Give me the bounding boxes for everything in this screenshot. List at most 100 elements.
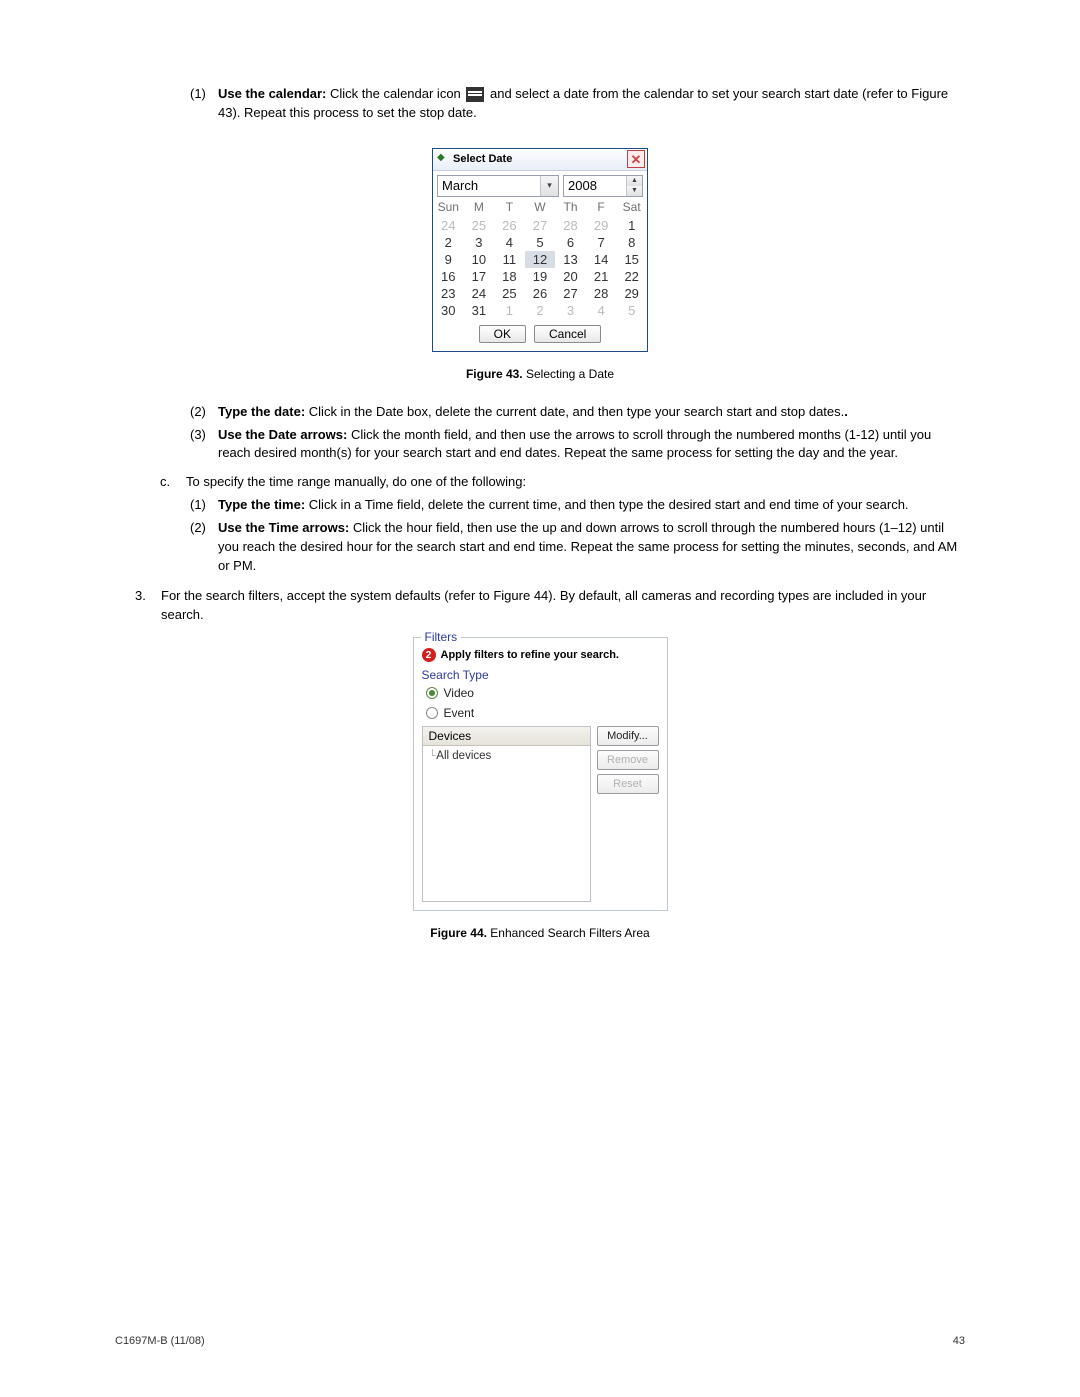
calendar-day-cell[interactable]: 15 <box>616 251 647 268</box>
close-button[interactable]: ✕ <box>627 150 645 168</box>
calendar-day-cell[interactable]: 4 <box>586 302 617 319</box>
step-number: (1) <box>190 85 218 123</box>
step-text: Click in the Date box, delete the curren… <box>305 404 844 419</box>
diamond-icon <box>437 153 449 165</box>
calendar-day-cell[interactable]: 25 <box>494 285 525 302</box>
calendar-day-cell[interactable]: 27 <box>555 285 586 302</box>
calendar-day-cell[interactable]: 24 <box>464 285 495 302</box>
figure-43-caption: Figure 43. Selecting a Date <box>115 367 965 381</box>
instruction-text: Apply filters to refine your search. <box>441 649 620 661</box>
figure-text: Enhanced Search Filters Area <box>487 926 650 940</box>
calendar-day-cell[interactable]: 8 <box>616 234 647 251</box>
radio-video[interactable]: Video <box>422 686 659 700</box>
calendar-day-cell[interactable]: 30 <box>433 302 464 319</box>
search-type-label: Search Type <box>422 668 659 682</box>
ok-button[interactable]: OK <box>479 325 526 343</box>
calendar-day-cell[interactable]: 12 <box>525 251 556 268</box>
calendar-day-header: Sat <box>616 199 647 217</box>
step-bold: Type the date: <box>218 404 305 419</box>
tree-item-all-devices[interactable]: └ All devices <box>429 750 584 762</box>
calendar-day-cell[interactable]: 7 <box>586 234 617 251</box>
step-3-main: 3. For the search filters, accept the sy… <box>135 587 965 625</box>
page-footer: C1697M-B (11/08) 43 <box>115 1335 965 1347</box>
calendar-day-cell[interactable]: 21 <box>586 268 617 285</box>
calendar-day-cell[interactable]: 26 <box>494 217 525 234</box>
calendar-day-header: W <box>525 199 556 217</box>
calendar-day-cell[interactable]: 5 <box>525 234 556 251</box>
step-number: c. <box>160 473 186 492</box>
calendar-day-cell[interactable]: 31 <box>464 302 495 319</box>
calendar-day-cell[interactable]: 18 <box>494 268 525 285</box>
calendar-day-cell[interactable]: 14 <box>586 251 617 268</box>
calendar-day-cell[interactable]: 27 <box>525 217 556 234</box>
calendar-day-cell[interactable]: 6 <box>555 234 586 251</box>
step-body: Use the calendar: Click the calendar ico… <box>218 85 965 123</box>
calendar-day-cell[interactable]: 17 <box>464 268 495 285</box>
step-body: Use the Time arrows: Click the hour fiel… <box>218 519 965 576</box>
substep-2: (2) Type the date: Click in the Date box… <box>190 403 965 422</box>
substep-3: (3) Use the Date arrows: Click the month… <box>190 426 965 464</box>
calendar-day-header: T <box>494 199 525 217</box>
calendar-day-cell[interactable]: 26 <box>525 285 556 302</box>
step-bold: Type the time: <box>218 497 305 512</box>
calendar-day-header: Sun <box>433 199 464 217</box>
filters-figure: Filters 2 Apply filters to refine your s… <box>413 637 668 911</box>
calendar-day-cell[interactable]: 9 <box>433 251 464 268</box>
radio-event[interactable]: Event <box>422 706 659 720</box>
dialog-title: Select Date <box>453 153 512 165</box>
month-value: March <box>442 178 478 193</box>
chevron-down-icon[interactable]: ▼ <box>627 186 642 196</box>
filters-instruction: 2 Apply filters to refine your search. <box>422 648 659 662</box>
reset-button[interactable]: Reset <box>597 774 659 794</box>
calendar-day-cell[interactable]: 29 <box>616 285 647 302</box>
calendar-day-cell[interactable]: 16 <box>433 268 464 285</box>
substep-c2: (2) Use the Time arrows: Click the hour … <box>190 519 965 576</box>
select-date-dialog: Select Date ✕ March ▾ 2008 ▲ ▼ SunMTWThF… <box>432 148 648 352</box>
chevron-down-icon[interactable]: ▾ <box>540 176 558 196</box>
calendar-day-cell[interactable]: 20 <box>555 268 586 285</box>
calendar-day-cell[interactable]: 3 <box>464 234 495 251</box>
filters-legend: Filters <box>421 630 462 644</box>
calendar-day-cell[interactable]: 24 <box>433 217 464 234</box>
step-body: To specify the time range manually, do o… <box>186 473 965 492</box>
figure-label: Figure 44. <box>430 926 487 940</box>
step-badge: 2 <box>422 648 436 662</box>
calendar-day-cell[interactable]: 2 <box>433 234 464 251</box>
calendar-grid: SunMTWThFSat 242526272829123456789101112… <box>433 199 647 319</box>
calendar-day-cell[interactable]: 5 <box>616 302 647 319</box>
figure-text: Selecting a Date <box>523 367 614 381</box>
devices-tree[interactable]: └ All devices <box>423 746 590 901</box>
calendar-day-cell[interactable]: 28 <box>555 217 586 234</box>
year-spinner[interactable]: 2008 ▲ ▼ <box>563 175 643 197</box>
modify-button[interactable]: Modify... <box>597 726 659 746</box>
calendar-day-cell[interactable]: 28 <box>586 285 617 302</box>
chevron-up-icon[interactable]: ▲ <box>627 176 642 186</box>
calendar-day-cell[interactable]: 25 <box>464 217 495 234</box>
step-body: For the search filters, accept the syste… <box>161 587 965 625</box>
calendar-day-cell[interactable]: 10 <box>464 251 495 268</box>
step-number: (1) <box>190 496 218 515</box>
calendar-day-cell[interactable]: 3 <box>555 302 586 319</box>
radio-label: Video <box>444 686 474 700</box>
devices-panel: Devices └ All devices <box>422 726 591 902</box>
step-number: (2) <box>190 519 218 576</box>
calendar-day-cell[interactable]: 1 <box>494 302 525 319</box>
calendar-day-header: M <box>464 199 495 217</box>
cancel-button[interactable]: Cancel <box>534 325 601 343</box>
step-bold: Use the Time arrows: <box>218 520 349 535</box>
remove-button[interactable]: Remove <box>597 750 659 770</box>
year-spin-buttons[interactable]: ▲ ▼ <box>626 176 642 196</box>
calendar-day-cell[interactable]: 2 <box>525 302 556 319</box>
month-dropdown[interactable]: March ▾ <box>437 175 559 197</box>
calendar-day-cell[interactable]: 1 <box>616 217 647 234</box>
calendar-day-cell[interactable]: 4 <box>494 234 525 251</box>
devices-header: Devices <box>423 727 590 746</box>
step-bold: Use the Date arrows: <box>218 427 347 442</box>
calendar-day-cell[interactable]: 29 <box>586 217 617 234</box>
calendar-icon <box>466 87 484 102</box>
calendar-day-cell[interactable]: 11 <box>494 251 525 268</box>
calendar-day-cell[interactable]: 23 <box>433 285 464 302</box>
calendar-day-cell[interactable]: 19 <box>525 268 556 285</box>
calendar-day-cell[interactable]: 22 <box>616 268 647 285</box>
calendar-day-cell[interactable]: 13 <box>555 251 586 268</box>
